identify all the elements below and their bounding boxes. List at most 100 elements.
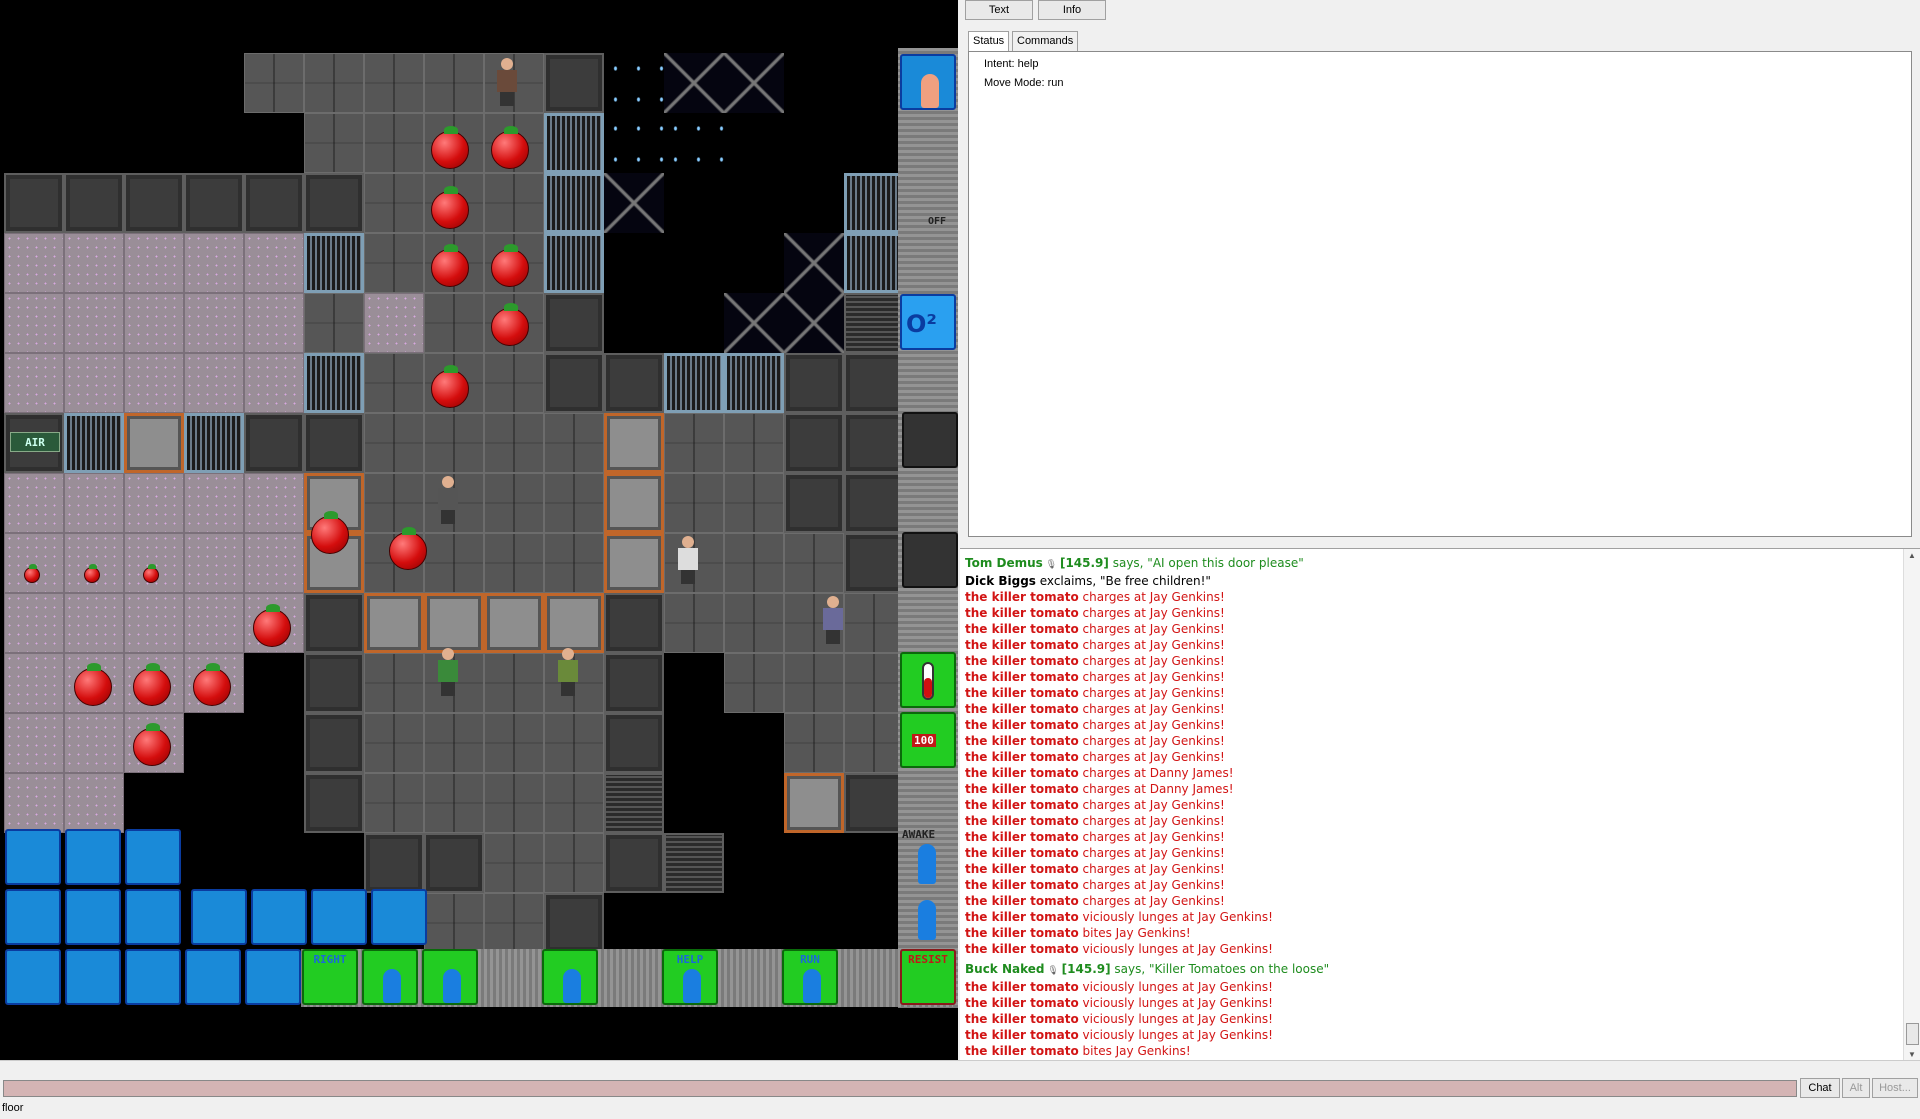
wall-tile[interactable] <box>544 893 604 953</box>
uniform-slot[interactable] <box>5 829 61 885</box>
wall-tile[interactable] <box>64 173 124 233</box>
floor-tile[interactable] <box>304 53 364 113</box>
floor-tile[interactable] <box>544 413 604 473</box>
wall-tile[interactable] <box>844 533 904 593</box>
intent-button[interactable]: HELP <box>662 949 718 1005</box>
door-tile[interactable] <box>424 593 484 653</box>
resist-button[interactable]: RESIST <box>900 949 956 1005</box>
scroll-up-icon[interactable]: ▲ <box>1908 551 1916 560</box>
killer-tomato[interactable] <box>311 511 349 554</box>
killer-tomato[interactable] <box>431 365 469 408</box>
pressure-indicator[interactable] <box>902 412 958 468</box>
carpet-floor-tile[interactable] <box>244 353 304 413</box>
pda-slot[interactable] <box>125 949 181 1005</box>
floor-tile[interactable] <box>244 53 304 113</box>
window-tile[interactable] <box>304 353 364 413</box>
wall-tile[interactable] <box>304 653 364 713</box>
carpet-floor-tile[interactable] <box>64 533 124 593</box>
wall-tile[interactable] <box>844 473 904 533</box>
carpet-floor-tile[interactable] <box>4 233 64 293</box>
wall-tile[interactable] <box>604 833 664 893</box>
carpet-floor-tile[interactable] <box>4 353 64 413</box>
door-tile[interactable] <box>784 773 844 833</box>
wall-tile[interactable] <box>544 53 604 113</box>
window-tile[interactable] <box>544 233 604 293</box>
floor-tile[interactable] <box>424 893 484 953</box>
back-slot[interactable] <box>125 829 181 885</box>
wall-tile[interactable] <box>364 833 424 893</box>
floor-tile[interactable] <box>364 53 424 113</box>
window-tile[interactable] <box>844 173 904 233</box>
killer-tomato[interactable] <box>431 126 469 169</box>
wall-tile[interactable] <box>844 353 904 413</box>
window-tile[interactable] <box>724 353 784 413</box>
door-tile[interactable] <box>544 593 604 653</box>
chat-button[interactable]: Chat <box>1800 1078 1840 1098</box>
tomato-item[interactable] <box>24 564 40 583</box>
wall-tile[interactable] <box>544 353 604 413</box>
text-button[interactable]: Text <box>965 0 1033 20</box>
pull-button[interactable] <box>542 949 598 1005</box>
glasses-slot[interactable] <box>371 889 427 945</box>
wall-tile[interactable] <box>604 593 664 653</box>
left-hand-slot[interactable] <box>125 889 181 945</box>
space-tile[interactable] <box>604 53 664 113</box>
floor-tile[interactable] <box>664 593 724 653</box>
carpet-floor-tile[interactable] <box>124 293 184 353</box>
killer-tomato[interactable] <box>133 663 171 706</box>
killer-tomato[interactable] <box>133 723 171 766</box>
window-tile[interactable] <box>184 413 244 473</box>
suit-slot[interactable] <box>65 889 121 945</box>
window-tile[interactable] <box>304 233 364 293</box>
floor-tile[interactable] <box>724 473 784 533</box>
command-input[interactable] <box>3 1080 1797 1097</box>
floor-tile[interactable] <box>484 413 544 473</box>
floor-tile[interactable] <box>304 113 364 173</box>
floor-tile[interactable] <box>364 353 424 413</box>
carpet-floor-tile[interactable] <box>124 533 184 593</box>
floor-tile[interactable] <box>844 593 904 653</box>
floor-tile[interactable] <box>484 533 544 593</box>
floor-tile[interactable] <box>544 773 604 833</box>
wall-tile[interactable] <box>124 173 184 233</box>
floor-tile[interactable] <box>484 353 544 413</box>
crew-member[interactable] <box>494 58 520 106</box>
floor-tile[interactable] <box>424 533 484 593</box>
pocket-slot-2[interactable] <box>245 949 301 1005</box>
carpet-floor-tile[interactable] <box>64 353 124 413</box>
carpet-floor-tile[interactable] <box>244 473 304 533</box>
floor-tile[interactable] <box>784 653 844 713</box>
carpet-floor-tile[interactable] <box>64 233 124 293</box>
door-tile[interactable] <box>484 593 544 653</box>
door-tile[interactable] <box>604 533 664 593</box>
floor-tile[interactable] <box>364 473 424 533</box>
vent-wall-tile[interactable] <box>664 833 724 893</box>
carpet-floor-tile[interactable] <box>124 233 184 293</box>
carpet-floor-tile[interactable] <box>184 353 244 413</box>
carpet-floor-tile[interactable] <box>4 593 64 653</box>
wall-tile[interactable] <box>244 413 304 473</box>
door-tile[interactable] <box>364 593 424 653</box>
gloves-slot[interactable] <box>251 889 307 945</box>
lattice-tile[interactable] <box>724 53 784 113</box>
wall-tile[interactable] <box>844 773 904 833</box>
floor-tile[interactable] <box>664 413 724 473</box>
carpet-floor-tile[interactable] <box>4 773 64 833</box>
floor-tile[interactable] <box>664 473 724 533</box>
vent-wall-tile[interactable] <box>844 293 904 353</box>
door-tile[interactable] <box>124 413 184 473</box>
lattice-tile[interactable] <box>724 293 784 353</box>
floor-tile[interactable] <box>544 533 604 593</box>
alt-button[interactable]: Alt <box>1842 1078 1870 1098</box>
floor-tile[interactable] <box>424 293 484 353</box>
floor-tile[interactable] <box>424 713 484 773</box>
carpet-floor-tile[interactable] <box>4 713 64 773</box>
wall-tile[interactable] <box>304 413 364 473</box>
floor-tile[interactable] <box>364 113 424 173</box>
floor-tile[interactable] <box>784 533 844 593</box>
carpet-floor-tile[interactable] <box>184 533 244 593</box>
hand-swap-button[interactable]: RIGHT <box>302 949 358 1005</box>
vent-wall-tile[interactable] <box>604 773 664 833</box>
carpet-floor-tile[interactable] <box>4 653 64 713</box>
internals-status[interactable]: OFF <box>928 216 946 227</box>
